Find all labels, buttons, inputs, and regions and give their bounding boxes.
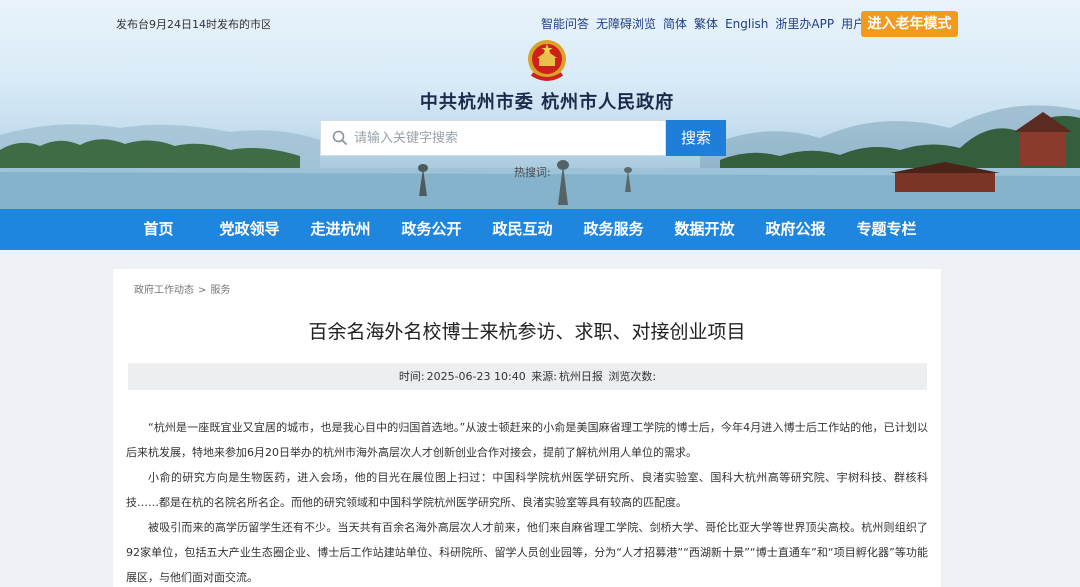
meta-source-label: 来源: (531, 370, 557, 383)
article-paragraph: 小俞的研究方向是生物医药，进入会场，他的目光在展位图上扫过：中国科学院杭州医学研… (126, 471, 928, 509)
article-title: 百余名海外名校博士来杭参访、求职、对接创业项目 (308, 321, 746, 343)
top-link-traditional[interactable]: 繁体 (694, 15, 718, 33)
top-link-accessibility[interactable]: 无障碍浏览 (596, 15, 656, 33)
weather-notice: 发布台9月24日14时发布的市区天气 (116, 18, 270, 31)
meta-views-label: 浏览次数: (608, 370, 657, 383)
meta-time-value: 2025-06-23 10:40 (426, 370, 526, 383)
article-panel: 政府工作动态 > 服务 百余名海外名校博士来杭参访、求职、对接创业项目 时间: 202… (113, 269, 941, 587)
search-box (320, 120, 666, 156)
top-link-smart-qa[interactable]: 智能问答 (541, 15, 589, 33)
national-emblem-icon (528, 40, 566, 81)
main-nav: 首页 党政领导 走进杭州 政务公开 政民互动 政务服务 数据开放 政府公报 专题… (0, 209, 1080, 250)
breadcrumb-item-service[interactable]: 服务 (210, 285, 230, 296)
nav-item-interaction[interactable]: 政民互动 (477, 209, 568, 250)
breadcrumb-separator: > (198, 285, 207, 296)
top-links: 智能问答 无障碍浏览 简体 繁体 English 浙里办APP 用户中心 (541, 15, 896, 33)
nav-item-leadership[interactable]: 党政领导 (204, 209, 295, 250)
top-link-english[interactable]: English (725, 15, 768, 33)
top-link-zheliban-app[interactable]: 浙里办APP (775, 15, 834, 33)
meta-time-label: 时间: (398, 370, 425, 383)
site-title: 中共杭州市委 杭州市人民政府 (419, 92, 675, 113)
nav-item-home[interactable]: 首页 (113, 209, 204, 250)
top-link-simplified[interactable]: 简体 (663, 15, 687, 33)
search-button[interactable]: 搜索 (666, 120, 726, 156)
nav-item-open-data[interactable]: 数据开放 (659, 209, 750, 250)
article-paragraph: “杭州是一座既宜业又宜居的城市，也是我心目中的归国首选地。”从波士顿赶来的小俞是… (126, 421, 928, 459)
nav-item-gov-disclosure[interactable]: 政务公开 (386, 209, 477, 250)
hot-search-label: 热搜词: (514, 166, 551, 179)
breadcrumb: 政府工作动态 > 服务 (134, 281, 234, 296)
nav-item-gov-services[interactable]: 政务服务 (568, 209, 659, 250)
breadcrumb-item-gov-news[interactable]: 政府工作动态 (134, 285, 194, 296)
header-banner: 发布台9月24日14时发布的市区天气 智能问答 无障碍浏览 简体 繁体 Engl… (0, 0, 1080, 209)
nav-item-about-hangzhou[interactable]: 走进杭州 (295, 209, 386, 250)
elder-mode-button[interactable]: 进入老年模式 (861, 11, 958, 37)
article-paragraph: 被吸引而来的高学历留学生还有不少。当天共有百余名海外高层次人才前来，他们来自麻省… (126, 521, 928, 584)
article-body: “杭州是一座既宜业又宜居的城市，也是我心目中的归国首选地。”从波士顿赶来的小俞是… (126, 415, 928, 587)
meta-source-value: 杭州日报 (558, 370, 603, 383)
search-icon (332, 130, 348, 146)
nav-item-gazette[interactable]: 政府公报 (750, 209, 841, 250)
search-input[interactable] (354, 123, 665, 153)
article-meta: 时间: 2025-06-23 10:40 来源: 杭州日报 浏览次数: (128, 363, 927, 390)
nav-item-special-topics[interactable]: 专题专栏 (841, 209, 932, 250)
